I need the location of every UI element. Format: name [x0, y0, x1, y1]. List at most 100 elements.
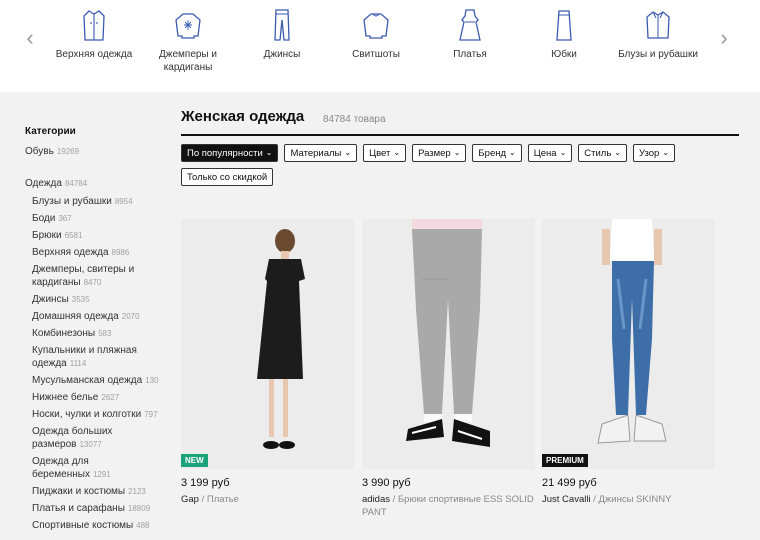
sidebar-subitem[interactable]: Мусульманская одежда 130 — [25, 374, 165, 387]
dress-icon — [459, 9, 481, 41]
sidebar-subitem[interactable]: Купальники и пляжная одежда 1114 — [25, 344, 165, 370]
sidebar-item-label: Брюки — [32, 230, 62, 241]
sidebar-item-label: Одежда — [25, 178, 62, 189]
filter-label: Узор — [638, 147, 660, 159]
sidebar-subitem[interactable]: Платья и сарафаны 18809 — [25, 502, 165, 515]
jeans-icon — [274, 9, 290, 41]
sidebar-subitem[interactable]: Домашняя одежда 2070 — [25, 310, 165, 323]
product-count: 84784 товара — [323, 114, 386, 125]
category-label: Верхняя одежда — [55, 49, 133, 60]
sidebar-subitem[interactable]: Спортивные костюмы 488 — [25, 519, 165, 532]
category-shirt[interactable]: Блузы и рубашки — [618, 8, 698, 61]
category-coat[interactable]: Верхняя одежда — [54, 8, 134, 61]
item-count: 1291 — [92, 470, 111, 479]
product-brand: adidas — [362, 494, 390, 505]
item-count: 2627 — [101, 393, 120, 402]
filter-label: Бренд — [478, 147, 507, 159]
sidebar-subitem[interactable]: Брюки 6581 — [25, 229, 165, 242]
sidebar-item-clothing[interactable]: Одежда 84784 — [25, 177, 165, 191]
product-brand: Gap — [181, 494, 199, 505]
chevron-right-icon[interactable]: › — [714, 24, 734, 52]
sidebar-item-label: Спортивные костюмы — [32, 520, 134, 531]
item-count: 84784 — [64, 179, 88, 188]
sidebar-subitem[interactable]: Комбинезоны 583 — [25, 327, 165, 340]
title-divider — [181, 134, 739, 136]
product-name: Платье — [206, 494, 239, 505]
item-count: 2070 — [121, 312, 140, 321]
category-sweater[interactable]: Джемперы и кардиганы — [148, 8, 228, 74]
filter-label: Цвет — [369, 147, 391, 159]
category-sweatshirt[interactable]: Свитшоты — [336, 8, 416, 61]
sweatshirt-icon — [363, 13, 389, 39]
filter-button[interactable]: Размер ⌄ — [412, 144, 467, 162]
product-card[interactable]: PREMIUM 21 499 руб Just Cavalli / Джинсы… — [542, 219, 715, 506]
product-description[interactable]: Just Cavalli / Джинсы SKINNY — [542, 493, 715, 506]
product-description[interactable]: adidas / Брюки спортивные ESS SOLID PANT — [362, 493, 535, 519]
category-skirt[interactable]: Юбки — [524, 8, 604, 61]
sidebar-subitem[interactable]: Одежда больших размеров 13077 — [25, 425, 165, 451]
item-count: 8986 — [111, 248, 130, 257]
filter-button[interactable]: Материалы ⌄ — [284, 144, 358, 162]
sidebar-item-label: Одежда для беременных — [32, 456, 90, 480]
sidebar-subitem[interactable]: Нижнее белье 2627 — [25, 391, 165, 404]
item-count: 3535 — [71, 295, 90, 304]
product-card[interactable]: 3 990 руб adidas / Брюки спортивные ESS … — [362, 219, 535, 519]
shirt-icon — [646, 11, 670, 39]
chevron-left-icon[interactable]: ‹ — [20, 24, 40, 52]
item-count: 488 — [136, 521, 150, 530]
product-name: Джинсы SKINNY — [598, 494, 672, 505]
filter-bar: По популярности ⌄ Материалы ⌄ Цвет ⌄ Размер ⌄ Бр… — [181, 144, 741, 192]
product-card[interactable]: NEW 3 199 руб Gap / Платье — [181, 219, 354, 506]
item-count: 8470 — [83, 278, 102, 287]
sidebar-item-label: Комбинезоны — [32, 328, 96, 339]
filter-button[interactable]: Узор ⌄ — [632, 144, 676, 162]
product-description[interactable]: Gap / Платье — [181, 493, 354, 506]
premium-badge: PREMIUM — [542, 454, 588, 467]
chevron-down-icon: ⌄ — [344, 148, 352, 157]
category-carousel: ‹ Верхняя одежда Джемперы и кардиганы Дж… — [0, 0, 760, 92]
chevron-down-icon: ⌄ — [393, 148, 401, 157]
sidebar-item-label: Мусульманская одежда — [32, 375, 143, 386]
category-jeans[interactable]: Джинсы — [242, 8, 322, 61]
sidebar-item-label: Носки, чулки и колготки — [32, 409, 142, 420]
skirt-icon — [556, 10, 572, 41]
product-image[interactable]: NEW — [181, 219, 354, 469]
chevron-down-icon: ⌄ — [265, 148, 273, 157]
category-label: Джинсы — [263, 49, 301, 60]
sidebar-item-shoes[interactable]: Обувь 19269 — [25, 145, 165, 159]
sidebar-item-label: Верхняя одежда — [32, 247, 109, 258]
product-brand: Just Cavalli — [542, 494, 591, 505]
item-count: 8954 — [114, 197, 133, 206]
product-image[interactable] — [362, 219, 535, 469]
sidebar-subitem[interactable]: Боди 367 — [25, 212, 165, 225]
item-count: 130 — [145, 376, 159, 385]
sidebar-subitem[interactable]: Носки, чулки и колготки 797 — [25, 408, 165, 421]
coat-icon — [83, 10, 105, 41]
filter-label: Только со скидкой — [187, 171, 268, 183]
filter-button[interactable]: Стиль ⌄ — [578, 144, 627, 162]
sidebar-subitem[interactable]: Джинсы 3535 — [25, 293, 165, 306]
category-dress[interactable]: Платья — [430, 8, 510, 61]
chevron-down-icon: ⌄ — [509, 148, 516, 157]
filter-button[interactable]: Цена ⌄ — [527, 144, 573, 162]
item-count: 1114 — [69, 359, 87, 368]
filter-label: Размер — [418, 147, 451, 159]
filter-button[interactable]: Бренд ⌄ — [472, 144, 522, 162]
sidebar-subitem[interactable]: Джемперы, свитеры и кардиганы 8470 — [25, 263, 165, 289]
sidebar-subitem[interactable]: Верхняя одежда 8986 — [25, 246, 165, 259]
product-image[interactable]: PREMIUM — [542, 219, 715, 469]
filter-button[interactable]: Цвет ⌄ — [363, 144, 407, 162]
filter-button[interactable]: По популярности ⌄ — [181, 144, 279, 162]
sidebar-subitem[interactable]: Блузы и рубашки 8954 — [25, 195, 165, 208]
item-count: 2123 — [128, 487, 146, 496]
category-label: Блузы и рубашки — [618, 49, 698, 60]
sidebar-subitem[interactable]: Одежда для беременных 1291 — [25, 455, 165, 481]
category-label: Юбки — [551, 49, 577, 60]
sidebar-subitem[interactable]: Пиджаки и костюмы 2123 — [25, 485, 165, 498]
chevron-down-icon: ⌄ — [453, 148, 461, 157]
filter-label: По популярности — [187, 147, 263, 159]
discount-filter-button[interactable]: Только со скидкой — [181, 168, 274, 186]
product-price: 3 199 руб — [181, 477, 230, 489]
item-count: 19269 — [56, 147, 80, 156]
sidebar-item-label: Обувь — [25, 146, 54, 157]
